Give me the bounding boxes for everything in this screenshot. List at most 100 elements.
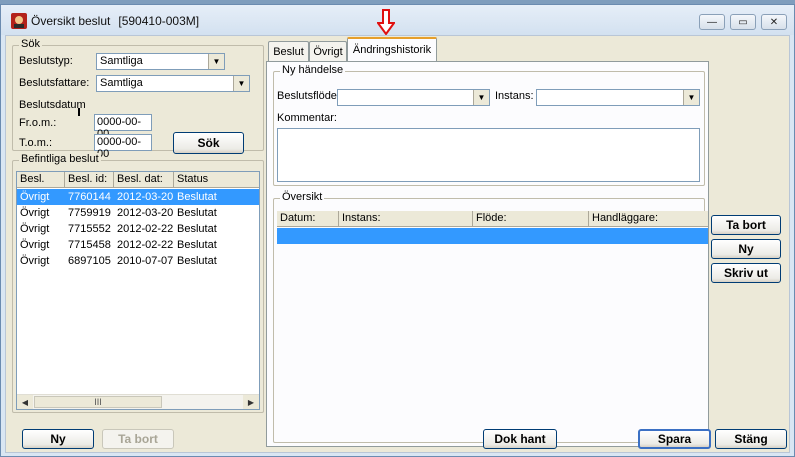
table-row[interactable]: Övrigt 7715458 2012-02-22 Beslutat [17,237,259,253]
cell-type: Övrigt [20,191,50,203]
column-header[interactable]: Besl. dat: [114,172,174,188]
new-decision-label: Ny [50,432,66,446]
dok-hant-button[interactable]: Dok hant [483,429,557,449]
tab-ovrigt[interactable]: Övrigt [309,41,347,61]
close-dialog-label: Stäng [734,432,768,446]
window-client-area: Sök Beslutstyp: Samtliga ▼ Beslutsfattar… [5,9,790,453]
overview-list-header: Datum: Instans: Flöde: Handläggare: [277,211,708,227]
instance-label: Instans: [495,90,534,102]
chevron-down-icon[interactable]: ▼ [473,90,489,105]
delete-decision-label: Ta bort [118,432,158,446]
scroll-left-icon[interactable]: ◀ [17,395,33,409]
tab-andringshistorik[interactable]: Ändringshistorik [347,37,437,61]
beslutstyp-select[interactable]: Samtliga ▼ [96,53,225,70]
cell-id: 7715458 [68,239,111,251]
cell-type: Övrigt [20,239,50,251]
from-date-input[interactable]: 0000-00-00 [94,114,152,140]
cell-id: 7760144 [68,191,111,203]
cell-id: 7759919 [68,207,111,219]
search-group: Sök Beslutstyp: Samtliga ▼ Beslutsfattar… [12,38,264,160]
red-down-arrow-icon [377,9,395,35]
app-icon [11,13,27,29]
text-cursor [78,108,80,116]
dok-hant-label: Dok hant [494,432,546,446]
existing-legend: Befintliga beslut [19,153,101,165]
overview-group: Översikt Datum: Instans: Flöde: Handlägg… [273,191,708,443]
overview-legend: Översikt [280,191,325,203]
maximize-button[interactable]: ▭ [730,14,756,30]
delete-history-button[interactable]: Ta bort [711,215,781,235]
tab-beslut[interactable]: Beslut [268,41,309,61]
chevron-down-icon[interactable]: ▼ [233,76,249,91]
beslutsdatum-label: Beslutsdatum [19,99,86,111]
horizontal-scrollbar[interactable]: ◀ III ▶ [17,394,259,409]
minimize-button[interactable]: — [699,14,725,30]
beslutsfattare-label: Beslutsfattare: [19,77,90,89]
cell-type: Övrigt [20,255,50,267]
window-title: Översikt beslut [590410-003M] [31,14,200,28]
new-decision-button[interactable]: Ny [22,429,94,449]
delete-history-label: Ta bort [726,218,766,232]
comment-textarea[interactable] [277,128,700,182]
cell-date: 2012-02-22 [117,239,174,251]
save-label: Spara [657,432,692,446]
beslutsfattare-value: Samtliga [100,77,143,89]
cell-id: 7715552 [68,223,111,235]
new-event-group: Ny händelse Beslutsflöde: ▼ Instans: ▼ K… [273,64,705,186]
table-row[interactable]: Övrigt 7760144 2012-03-20 Beslutat [17,189,259,205]
flow-select[interactable]: ▼ [337,89,490,106]
decisions-list[interactable]: Besl. typ: Besl. id: Besl. dat: Status Ö… [16,171,260,410]
cell-status: Beslutat [177,255,217,267]
overview-list[interactable]: Datum: Instans: Flöde: Handläggare: [277,211,708,441]
new-event-legend: Ny händelse [280,64,346,76]
table-row[interactable]: Övrigt 7759919 2012-03-20 Beslutat [17,205,259,221]
table-row[interactable]: Övrigt 6897105 2010-07-07 Beslutat [17,253,259,269]
beslutsfattare-select[interactable]: Samtliga ▼ [96,75,250,92]
close-dialog-button[interactable]: Stäng [715,429,787,449]
close-button[interactable]: ✕ [761,14,787,30]
cell-type: Övrigt [20,207,50,219]
cell-date: 2012-03-20 [117,207,174,219]
tab-page-andringshistorik: Ny händelse Beslutsflöde: ▼ Instans: ▼ K… [266,61,709,447]
tab-label: Ändringshistorik [352,44,432,56]
column-header[interactable]: Status [174,172,259,188]
cell-status: Beslutat [177,239,217,251]
new-history-button[interactable]: Ny [711,239,781,259]
chevron-down-icon[interactable]: ▼ [683,90,699,105]
instance-select[interactable]: ▼ [536,89,700,106]
chevron-down-icon[interactable]: ▼ [208,54,224,69]
cell-type: Övrigt [20,223,50,235]
save-button[interactable]: Spara [638,429,711,449]
decisions-list-header: Besl. typ: Besl. id: Besl. dat: Status [17,172,259,200]
flow-label: Beslutsflöde: [277,90,340,102]
table-row[interactable]: Övrigt 7715552 2012-02-22 Beslutat [17,221,259,237]
new-history-label: Ny [738,242,754,256]
decisions-rows: Övrigt 7760144 2012-03-20 Beslutat Övrig… [17,189,259,387]
search-button[interactable]: Sök [173,132,244,154]
column-header[interactable]: Flöde: [473,211,589,227]
print-label: Skriv ut [723,266,768,280]
delete-decision-button[interactable]: Ta bort [102,429,174,449]
column-header[interactable]: Handläggare: [589,211,708,227]
beslutstyp-label: Beslutstyp: [19,55,73,67]
window-subtitle: [590410-003M] [118,14,200,28]
column-header[interactable]: Datum: [277,211,339,227]
from-label: Fr.o.m.: [19,117,57,129]
column-header[interactable]: Besl. typ: [17,172,65,200]
title-bar[interactable]: Översikt beslut [590410-003M] — ▭ ✕ [1,5,794,35]
existing-decisions-group: Befintliga beslut Besl. typ: Besl. id: B… [12,153,264,413]
column-header[interactable]: Besl. id: [65,172,114,188]
scroll-right-icon[interactable]: ▶ [243,395,259,409]
main-window: Översikt beslut [590410-003M] — ▭ ✕ Sök B… [0,4,795,457]
tom-label: T.o.m.: [19,137,53,149]
search-button-label: Sök [197,136,220,150]
table-row[interactable] [277,228,708,244]
tom-date-input[interactable]: 0000-00-00 [94,134,152,160]
search-legend: Sök [19,38,42,50]
cell-status: Beslutat [177,207,217,219]
column-header[interactable]: Instans: [339,211,473,227]
comment-label: Kommentar: [277,112,337,124]
tab-label: Övrigt [313,45,343,58]
scrollbar-thumb[interactable]: III [34,396,162,408]
print-button[interactable]: Skriv ut [711,263,781,283]
